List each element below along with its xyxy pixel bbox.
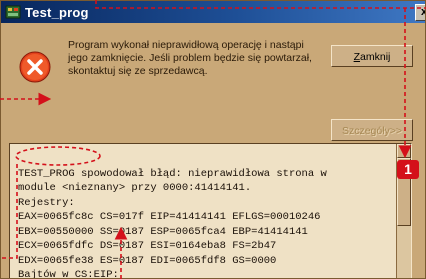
details-line: EBX=00550000 SS=0187 ESP=0065fca4 EBP=41… bbox=[18, 225, 308, 238]
details-line: EAX=0065fc8c CS=017f EIP=41414141 EFLGS=… bbox=[18, 211, 321, 223]
error-dialog-window: Test_prog x Program wykonał nieprawidłow… bbox=[0, 0, 426, 279]
app-icon bbox=[5, 5, 21, 19]
details-line: ECX=0065fdfc DS=0187 ESI=0164eba8 FS=2b4… bbox=[18, 240, 277, 252]
error-message: Program wykonał nieprawidłową operację i… bbox=[68, 39, 312, 77]
title-bar[interactable]: Test_prog x bbox=[1, 1, 425, 23]
close-button-label: amknij bbox=[360, 51, 391, 63]
scroll-up-arrow-icon[interactable]: ▲ bbox=[397, 144, 411, 158]
callout-badge: 1 bbox=[397, 160, 419, 179]
details-button[interactable]: Szczegóły>> bbox=[331, 119, 413, 141]
error-icon bbox=[19, 51, 51, 83]
details-line: Bajtów w CS:EIP: bbox=[18, 269, 119, 279]
details-line: EDX=0065fe38 ES=0187 EDI=0065fdf8 GS=000… bbox=[18, 254, 277, 267]
details-line: Rejestry: bbox=[18, 196, 75, 209]
details-line: module <nieznany> przy 0000:41414141. bbox=[18, 182, 252, 194]
details-line: TEST_PROG spowodował błąd: nieprawidłowa… bbox=[18, 167, 327, 180]
error-details-text: TEST_PROG spowodował błąd: nieprawidłowa… bbox=[18, 152, 327, 279]
window-title: Test_prog bbox=[25, 4, 89, 20]
error-details-box[interactable]: TEST_PROG spowodował błąd: nieprawidłowa… bbox=[9, 143, 412, 279]
close-button[interactable]: Zamknij bbox=[331, 45, 413, 67]
window-close-button[interactable]: x bbox=[415, 4, 425, 21]
